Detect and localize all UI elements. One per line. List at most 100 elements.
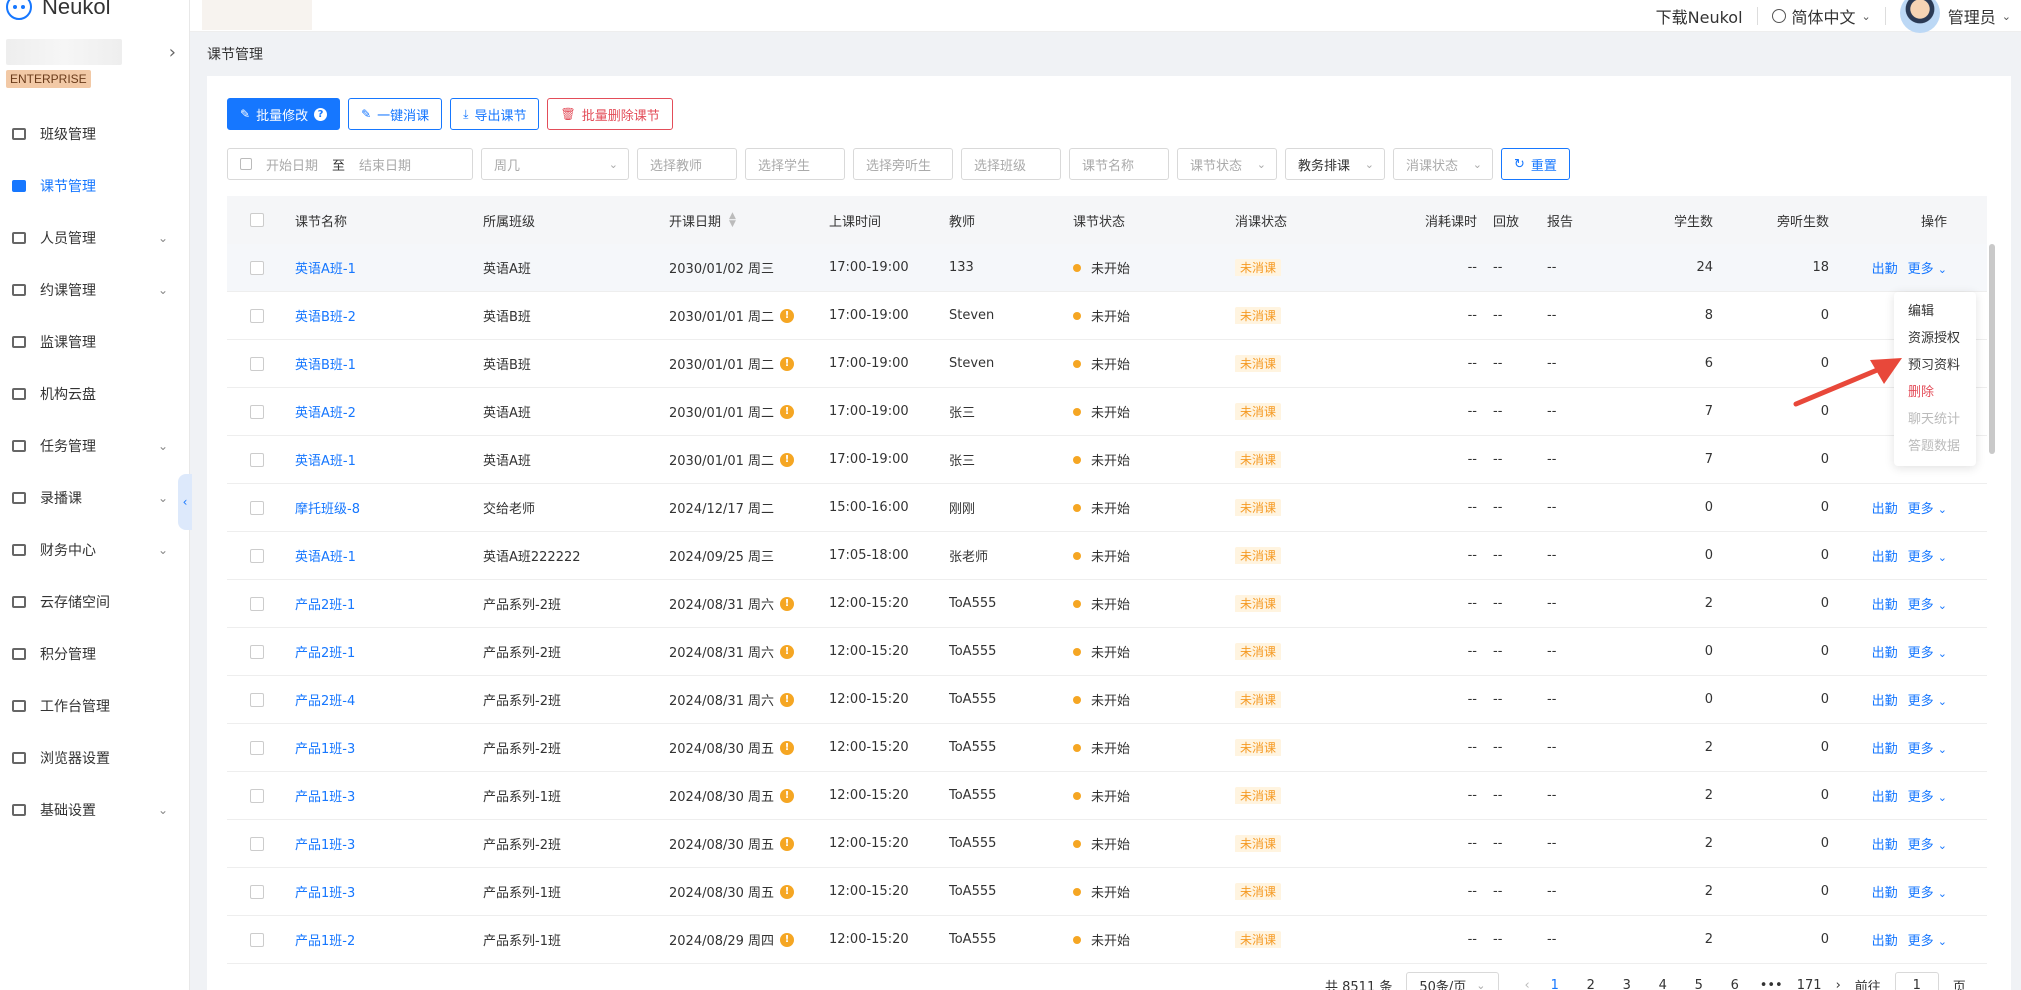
user-menu[interactable]: 管理员 ⌄	[1886, 0, 2021, 33]
page-number[interactable]: 3	[1616, 978, 1638, 990]
lesson-name-link[interactable]: 产品1班-3	[287, 834, 475, 853]
page-number[interactable]: 171	[1797, 978, 1822, 990]
lesson-name-link[interactable]: 英语A班-1	[287, 450, 475, 469]
lesson-name-link[interactable]: 英语B班-2	[287, 306, 475, 325]
row-checkbox-cell[interactable]	[227, 596, 287, 611]
more-link[interactable]: 更多 ⌄	[1908, 258, 1947, 277]
attend-link[interactable]: 出勤	[1872, 930, 1898, 949]
more-link[interactable]: 更多 ⌄	[1908, 930, 1947, 949]
warning-icon[interactable]: !	[780, 788, 795, 803]
attend-link[interactable]: 出勤	[1872, 738, 1898, 757]
checkbox[interactable]	[250, 884, 264, 899]
attend-link[interactable]: 出勤	[1872, 498, 1898, 517]
checkbox[interactable]	[250, 548, 264, 563]
table-row[interactable]: 产品2班-4 产品系列-2班 2024/08/31 周六! 12:00-15:2…	[227, 676, 1987, 724]
lesson-name-link[interactable]: 英语A班-2	[287, 402, 475, 421]
sidebar-item-6[interactable]: 任务管理 ⌄	[0, 420, 190, 472]
table-row[interactable]: 产品1班-3 产品系列-1班 2024/08/30 周五! 12:00-15:2…	[227, 868, 1987, 916]
more-link[interactable]: 更多 ⌄	[1908, 594, 1947, 613]
dropdown-item-0[interactable]: 编辑	[1894, 298, 1976, 325]
attend-link[interactable]: 出勤	[1872, 594, 1898, 613]
sidebar-item-10[interactable]: 积分管理	[0, 628, 190, 680]
attend-link[interactable]: 出勤	[1872, 786, 1898, 805]
batch-edit-button[interactable]: ✎ 批量修改 ?	[227, 98, 341, 130]
attend-link[interactable]: 出勤	[1872, 834, 1898, 853]
more-link[interactable]: 更多 ⌄	[1908, 690, 1947, 709]
checkbox[interactable]	[250, 404, 264, 419]
more-link[interactable]: 更多 ⌄	[1908, 738, 1947, 757]
auditor-select[interactable]: 选择旁听生	[853, 148, 953, 180]
sidebar-item-5[interactable]: 机构云盘	[0, 368, 190, 420]
checkbox[interactable]	[250, 500, 264, 515]
row-checkbox-cell[interactable]	[227, 356, 287, 371]
warning-icon[interactable]: !	[780, 596, 795, 611]
more-link[interactable]: 更多 ⌄	[1908, 498, 1947, 517]
row-checkbox-cell[interactable]	[227, 548, 287, 563]
sidebar-item-9[interactable]: 云存储空间	[0, 576, 190, 628]
sort-icon[interactable]: ▲ ▼	[729, 212, 736, 229]
prev-page-icon[interactable]: ‹	[1525, 978, 1530, 990]
table-row[interactable]: 摩托班级-8 交给老师 2024/12/17 周二 15:00-16:00 刚刚…	[227, 484, 1987, 532]
student-select[interactable]: 选择学生	[745, 148, 845, 180]
row-checkbox-cell[interactable]	[227, 404, 287, 419]
teacher-select[interactable]: 选择教师	[637, 148, 737, 180]
checkbox[interactable]	[250, 308, 264, 323]
lesson-name-link[interactable]: 英语B班-1	[287, 354, 475, 373]
page-number[interactable]: 4	[1652, 978, 1674, 990]
warning-icon[interactable]: !	[780, 692, 795, 707]
page-number[interactable]: 2	[1580, 978, 1602, 990]
table-scrollbar[interactable]	[1989, 244, 1995, 454]
attend-link[interactable]: 出勤	[1872, 690, 1898, 709]
warning-icon[interactable]: !	[780, 308, 795, 323]
row-checkbox-cell[interactable]	[227, 692, 287, 707]
more-link[interactable]: 更多 ⌄	[1908, 546, 1947, 565]
sidebar-item-2[interactable]: 人员管理 ⌄	[0, 212, 190, 264]
lesson-name-link[interactable]: 产品1班-3	[287, 738, 475, 757]
table-row[interactable]: 产品1班-3 产品系列-2班 2024/08/30 周五! 12:00-15:2…	[227, 724, 1987, 772]
sidebar-item-12[interactable]: 浏览器设置	[0, 732, 190, 784]
checkbox[interactable]	[250, 213, 264, 227]
page-size-select[interactable]: 50条/页 ⌄	[1406, 972, 1499, 990]
row-checkbox-cell[interactable]	[227, 260, 287, 275]
sidebar-item-1[interactable]: 课节管理	[0, 160, 190, 212]
attend-link[interactable]: 出勤	[1872, 258, 1898, 277]
sidebar-item-7[interactable]: 录播课 ⌄	[0, 472, 190, 524]
sidebar-item-11[interactable]: 工作台管理	[0, 680, 190, 732]
attend-link[interactable]: 出勤	[1872, 882, 1898, 901]
download-link[interactable]: 下载Neukol	[1642, 7, 1758, 27]
schedule-select[interactable]: 教务排课 ⌄	[1285, 148, 1385, 180]
lesson-name-link[interactable]: 产品2班-1	[287, 642, 475, 661]
export-lessons-button[interactable]: ⤓ 导出课节	[450, 98, 540, 130]
checkbox[interactable]	[250, 644, 264, 659]
lesson-name-link[interactable]: 产品2班-4	[287, 690, 475, 709]
warning-icon[interactable]: !	[780, 644, 795, 659]
table-row[interactable]: 英语B班-1 英语B班 2030/01/01 周二! 17:00-19:00 S…	[227, 340, 1987, 388]
lesson-name-link[interactable]: 产品1班-3	[287, 882, 475, 901]
attend-link[interactable]: 出勤	[1872, 642, 1898, 661]
row-checkbox-cell[interactable]	[227, 932, 287, 947]
checkbox[interactable]	[250, 356, 264, 371]
warning-icon[interactable]: !	[780, 356, 795, 371]
lesson-name-link[interactable]: 产品1班-3	[287, 786, 475, 805]
lesson-name-link[interactable]: 英语A班-1	[287, 546, 475, 565]
row-checkbox-cell[interactable]	[227, 740, 287, 755]
checkbox[interactable]	[250, 260, 264, 275]
org-switcher[interactable]: ›	[6, 38, 182, 66]
weekday-select[interactable]: 周几 ⌄	[481, 148, 629, 180]
sidebar-item-8[interactable]: 财务中心 ⌄	[0, 524, 190, 576]
language-switcher[interactable]: 简体中文 ⌄	[1758, 7, 1886, 27]
more-link[interactable]: 更多 ⌄	[1908, 642, 1947, 661]
lesson-name-link[interactable]: 产品1班-2	[287, 930, 475, 949]
lesson-name-link[interactable]: 产品2班-1	[287, 594, 475, 613]
checkbox[interactable]	[250, 788, 264, 803]
xk-status-select[interactable]: 消课状态 ⌄	[1393, 148, 1493, 180]
checkbox[interactable]	[250, 596, 264, 611]
page-number[interactable]: 6	[1724, 978, 1746, 990]
table-row[interactable]: 产品2班-1 产品系列-2班 2024/08/31 周六! 12:00-15:2…	[227, 628, 1987, 676]
sidebar-item-13[interactable]: 基础设置 ⌄	[0, 784, 190, 836]
batch-delete-button[interactable]: 🗑 批量删除课节	[547, 98, 673, 130]
checkbox[interactable]	[250, 692, 264, 707]
row-checkbox-cell[interactable]	[227, 836, 287, 851]
table-row[interactable]: 产品1班-3 产品系列-1班 2024/08/30 周五! 12:00-15:2…	[227, 772, 1987, 820]
table-row[interactable]: 产品1班-3 产品系列-2班 2024/08/30 周五! 12:00-15:2…	[227, 820, 1987, 868]
